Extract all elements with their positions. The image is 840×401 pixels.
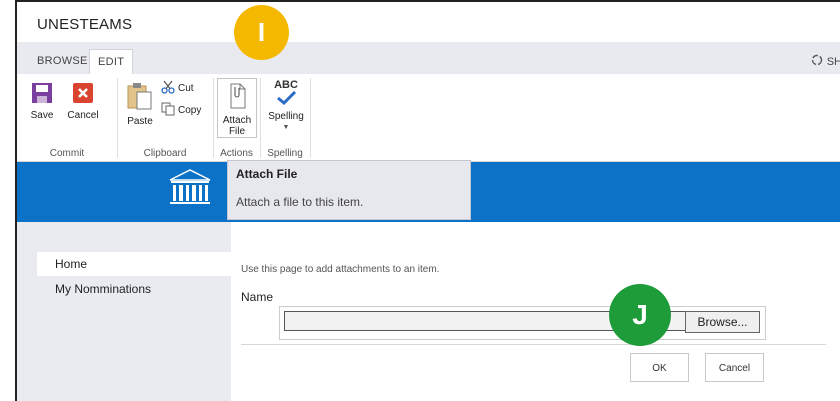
attach-file-tooltip: Attach File Attach a file to this item. (227, 160, 471, 220)
paperclip-icon (227, 83, 247, 112)
spellcheck-icon: ABC (264, 80, 308, 108)
group-label-spelling: Spelling (267, 148, 303, 159)
spelling-label: Spelling (268, 111, 304, 122)
browse-button[interactable]: Browse... (685, 311, 760, 333)
group-label-clipboard: Clipboard (143, 148, 187, 159)
group-label-commit: Commit (49, 148, 85, 159)
ribbon-group-spelling: ABC Spelling ▼ Spelling (260, 74, 310, 162)
form-divider (241, 344, 826, 345)
scissors-icon (161, 80, 175, 97)
ribbon: Save Cancel Commit Paste Cut Copy Clipbo… (17, 74, 840, 162)
site-title[interactable]: UNESTEAMS (37, 16, 132, 33)
copy-button[interactable]: Copy (161, 102, 201, 119)
ribbon-separator (310, 78, 311, 158)
ribbon-group-clipboard: Paste Cut Copy Clipboard (117, 74, 213, 162)
ribbon-tab-bar: BROWSE EDIT SH (17, 42, 840, 75)
attach-file-label: Attach File (218, 115, 256, 137)
callout-marker-j: J (609, 284, 671, 346)
tab-browse[interactable]: BROWSE (29, 49, 96, 74)
abc-text: ABC (274, 79, 298, 91)
save-icon (31, 83, 53, 107)
share-button[interactable]: SH (811, 54, 840, 69)
attach-label-line1: Attach (222, 115, 252, 126)
cancel-label: Cancel (67, 110, 99, 121)
cut-label: Cut (178, 83, 194, 94)
copy-label: Copy (178, 105, 202, 116)
ribbon-group-commit: Save Cancel Commit (17, 74, 117, 162)
attach-file-button[interactable]: Attach File (217, 78, 257, 138)
nav-item-home[interactable]: Home (37, 252, 231, 276)
cancel-ribbon-button[interactable]: Cancel (65, 82, 101, 121)
share-icon (811, 54, 823, 69)
group-label-actions: Actions (220, 148, 253, 159)
cancel-button[interactable]: Cancel (705, 353, 764, 382)
cancel-icon (72, 83, 94, 107)
callout-marker-i: I (234, 5, 289, 60)
name-label: Name (241, 290, 274, 304)
spelling-button[interactable]: ABC Spelling ▼ (264, 80, 308, 133)
ribbon-group-actions: Attach File Actions (213, 74, 260, 162)
tooltip-description: Attach a file to this item. (236, 195, 364, 209)
nav-item-my-nomminations[interactable]: My Nomminations (37, 277, 231, 301)
attach-label-line2: File (228, 126, 246, 137)
save-label: Save (30, 110, 54, 121)
paste-button[interactable]: Paste (123, 82, 157, 127)
copy-icon (161, 102, 175, 119)
chevron-down-icon: ▼ (282, 124, 290, 131)
tooltip-title: Attach File (236, 167, 298, 181)
unesco-logo (167, 168, 213, 206)
share-label: SH (826, 55, 840, 68)
attachment-form: Use this page to add attachments to an i… (231, 222, 840, 401)
tab-edit[interactable]: EDIT (89, 49, 134, 75)
paste-icon (127, 83, 153, 113)
paste-label: Paste (127, 116, 153, 127)
sharepoint-window: UNESTEAMS BROWSE EDIT SH Save (15, 0, 840, 401)
ok-button[interactable]: OK (630, 353, 689, 382)
save-button[interactable]: Save (27, 82, 57, 121)
form-intro-text: Use this page to add attachments to an i… (241, 264, 440, 275)
left-navigation: Home My Nomminations (17, 222, 231, 401)
cut-button[interactable]: Cut (161, 80, 194, 97)
